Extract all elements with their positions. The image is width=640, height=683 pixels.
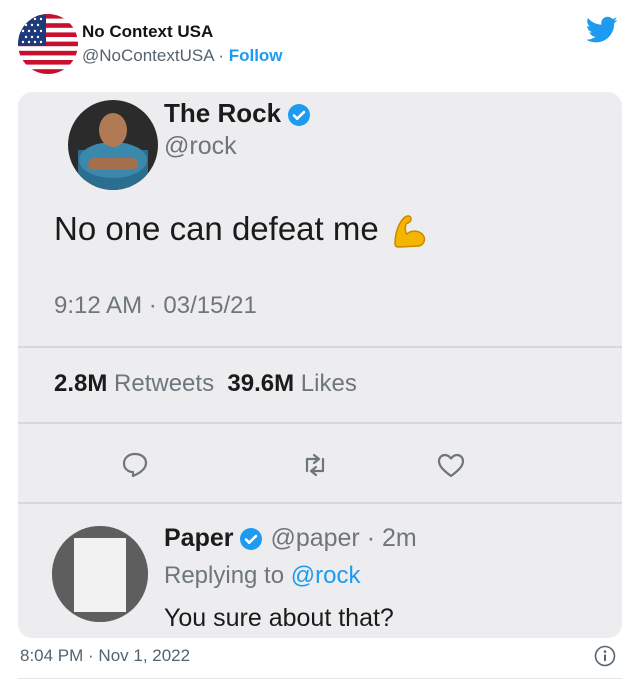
divider bbox=[18, 346, 622, 348]
replying-to-line: Replying to @rock bbox=[164, 562, 360, 590]
divider bbox=[18, 422, 622, 424]
divider bbox=[18, 502, 622, 504]
author-handle[interactable]: @NoContextUSA bbox=[82, 46, 214, 65]
tweet-timestamp: 9:12 AM · 03/15/21 bbox=[54, 292, 257, 319]
retweet-count: 2.8M bbox=[54, 370, 108, 397]
verified-badge-icon bbox=[287, 103, 311, 127]
embedded-screenshot: The Rock @rock No one can defeat me 9:12… bbox=[18, 92, 622, 638]
author-avatar[interactable] bbox=[18, 14, 78, 74]
rock-handle: @rock bbox=[164, 132, 237, 160]
like-count: 39.6M bbox=[227, 370, 295, 397]
flexed-biceps-icon bbox=[389, 212, 429, 250]
rock-name: The Rock bbox=[164, 98, 311, 129]
reply-icon bbox=[120, 450, 150, 480]
rock-avatar bbox=[68, 100, 158, 190]
paper-avatar bbox=[52, 526, 148, 622]
retweet-icon bbox=[300, 450, 330, 480]
tweet-stats: 2.8M Retweets 39.6M Likes bbox=[54, 370, 357, 398]
footer-timestamp[interactable]: 8:04 PM · Nov 1, 2022 bbox=[20, 646, 190, 666]
embed-header: No Context USA @NoContextUSA · Follow bbox=[0, 0, 640, 88]
like-icon bbox=[436, 450, 466, 480]
rock-name-text: The Rock bbox=[164, 98, 282, 128]
retweet-label: Retweets bbox=[114, 370, 215, 397]
follow-button[interactable]: Follow bbox=[229, 46, 283, 65]
author-name[interactable]: No Context USA bbox=[82, 22, 213, 42]
author-handle-line: @NoContextUSA · Follow bbox=[82, 46, 283, 66]
replying-mention: @rock bbox=[290, 562, 361, 589]
twitter-bird-icon[interactable] bbox=[585, 16, 618, 44]
verified-badge-icon bbox=[239, 527, 263, 551]
footer-divider bbox=[18, 678, 622, 679]
reply-text: You sure about that? bbox=[164, 604, 394, 632]
tweet-text-line: No one can defeat me bbox=[54, 210, 429, 250]
replying-prefix: Replying to bbox=[164, 562, 291, 589]
separator-dot: · bbox=[213, 46, 229, 65]
like-label: Likes bbox=[300, 370, 357, 397]
info-icon[interactable] bbox=[594, 645, 616, 667]
tweet-text: No one can defeat me bbox=[54, 210, 379, 247]
reply-handle-time: @paper · 2m bbox=[270, 524, 417, 552]
reply-author-line: Paper @paper · 2m bbox=[164, 524, 417, 553]
reply-author-name: Paper bbox=[164, 524, 234, 552]
